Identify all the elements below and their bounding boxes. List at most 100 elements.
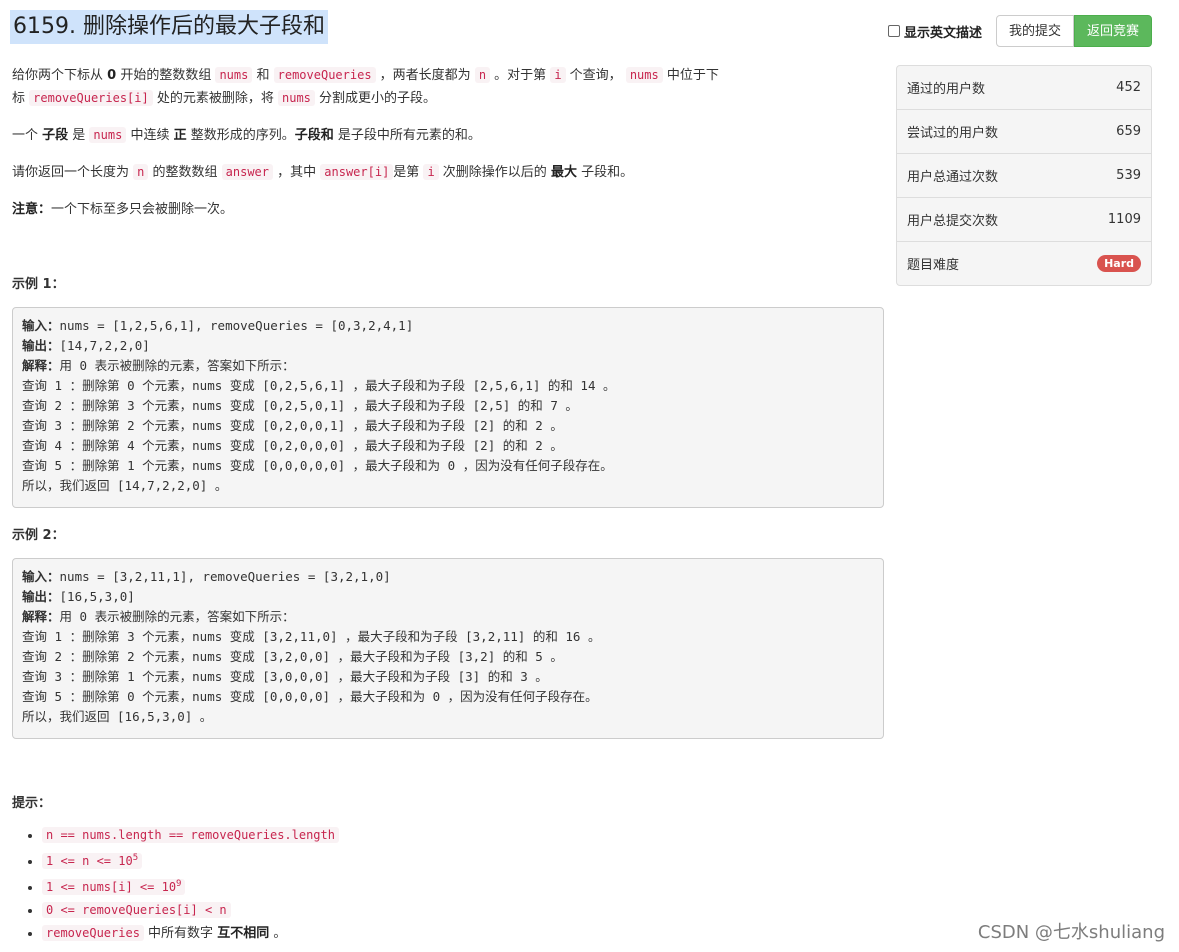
text: 中所有数字 (143, 926, 218, 941)
stat-label: 用户总通过次数 (907, 170, 999, 185)
bold-text: 最大 (550, 165, 577, 180)
input-value: nums = [1,2,5,6,1], removeQueries = [0,3… (59, 318, 414, 333)
inline-code: 0 <= removeQueries[i] < n (42, 902, 231, 918)
example-1-heading: 示例 1： (12, 277, 65, 292)
superscript: 5 (132, 853, 139, 863)
superscript: 9 (176, 879, 182, 889)
bold-text: 子段和 (294, 128, 334, 143)
stat-row-total-submissions: 用户总提交次数 1109 (897, 198, 1151, 242)
hint-item: 1 <= nums[i] <= 109 (42, 873, 339, 899)
inline-code: nums (278, 90, 315, 106)
hint-item: n == nums.length == removeQueries.length (42, 824, 339, 847)
desc-paragraph-1: 给你两个下标从 0 开始的整数数组 nums 和 removeQueries ，… (12, 64, 872, 110)
text: 是 (68, 128, 90, 143)
hint-item: removeQueries 中所有数字 互不相同 。 (42, 922, 339, 945)
explain-label: 解释： (22, 358, 60, 373)
inline-code: i (423, 164, 439, 180)
example-2-heading: 示例 2： (12, 528, 65, 543)
input-value: nums = [3,2,11,1], removeQueries = [3,2,… (59, 569, 391, 584)
explain-label: 解释： (22, 609, 60, 624)
top-controls: 显示英文描述 我的提交 返回竞赛 (887, 15, 1152, 47)
text: 开始的整数数组 (116, 68, 216, 83)
stat-row-total-accepted: 用户总通过次数 539 (897, 154, 1151, 198)
explain-line: 查询 4 ：删除第 4 个元素，nums 变成 [0,2,0,0,0] ，最大子… (22, 438, 563, 453)
text: 整数形成的序列。 (186, 128, 295, 143)
text: 处的元素被删除，将 (152, 91, 278, 106)
inline-code: removeQueries (42, 925, 144, 941)
inline-code: n (133, 164, 149, 180)
stat-label: 尝试过的用户数 (907, 126, 999, 141)
bold-text: 子段 (42, 128, 69, 143)
text: 次删除操作以后的 (438, 165, 551, 180)
explain-line: 查询 1 ：删除第 3 个元素，nums 变成 [3,2,11,0] ，最大子段… (22, 629, 601, 644)
text: 是第 (393, 165, 424, 180)
hints-heading: 提示： (12, 796, 52, 811)
explain-line: 查询 5 ：删除第 0 个元素，nums 变成 [0,0,0,0] ，最大子段和… (22, 689, 598, 704)
text: 的整数数组 (148, 165, 222, 180)
problem-title: 6159. 删除操作后的最大子段和 (10, 10, 328, 44)
bold-text: 互不相同 (217, 926, 270, 941)
input-label: 输入： (22, 318, 60, 333)
text: 是子段中所有元素的和。 (333, 128, 481, 143)
bold-text: 0 (107, 68, 117, 83)
problem-description: 给你两个下标从 0 开始的整数数组 nums 和 removeQueries ，… (12, 64, 872, 221)
stat-row-accepted-users: 通过的用户数 452 (897, 66, 1151, 110)
hints-list: n == nums.length == removeQueries.length… (30, 824, 339, 945)
english-description-toggle[interactable]: 显示英文描述 (887, 22, 982, 41)
output-value: [14,7,2,2,0] (59, 338, 150, 353)
inline-code: 1 <= n <= 105 (42, 853, 143, 869)
difficulty-badge: Hard (1097, 255, 1141, 272)
hint-text: 1 <= n <= 10 (46, 854, 133, 868)
input-label: 输入： (22, 569, 60, 584)
stat-label: 用户总提交次数 (907, 214, 999, 229)
stat-label: 题目难度 (907, 258, 960, 273)
text: 中连续 (126, 128, 174, 143)
stat-row-attempted-users: 尝试过的用户数 659 (897, 110, 1151, 154)
note-label: 注意： (12, 202, 52, 217)
my-submissions-button[interactable]: 我的提交 (995, 15, 1074, 47)
checkbox[interactable] (887, 25, 900, 37)
inline-code: 1 <= nums[i] <= 109 (42, 879, 186, 895)
stat-value: 1109 (1107, 212, 1141, 227)
stat-label: 通过的用户数 (907, 82, 986, 97)
stat-row-difficulty: 题目难度 Hard (897, 242, 1151, 285)
text: 给你两个下标从 (12, 68, 108, 83)
stat-value: 539 (1116, 168, 1141, 183)
desc-paragraph-3: 请你返回一个长度为 n 的整数数组 answer ，其中 answer[i] 是第… (12, 161, 872, 184)
watermark: CSDN @七水shuliang (977, 922, 1165, 943)
note-text: 一个下标至多只会被删除一次。 (51, 202, 234, 217)
back-to-contest-button[interactable]: 返回竞赛 (1073, 15, 1152, 47)
text: 分割成更小的子段。 (314, 91, 437, 106)
explain-line: 查询 2 ：删除第 3 个元素，nums 变成 [0,2,5,0,1] ，最大子… (22, 398, 578, 413)
stat-value: 452 (1116, 80, 1141, 95)
hint-text: 1 <= nums[i] <= 10 (46, 880, 177, 894)
explain-line: 查询 3 ：删除第 2 个元素，nums 变成 [0,2,0,0,1] ，最大子… (22, 418, 563, 433)
output-label: 输出： (22, 589, 60, 604)
text: 一个 (12, 128, 43, 143)
text: ，其中 (273, 165, 321, 180)
text: 中位于下 (662, 68, 719, 83)
text: ，两者长度都为 (375, 68, 475, 83)
text: 请你返回一个长度为 (12, 165, 134, 180)
inline-code: removeQueries (273, 67, 376, 83)
explain-line: 查询 3 ：删除第 1 个元素，nums 变成 [3,0,0,0] ，最大子段和… (22, 669, 548, 684)
stat-value: 659 (1116, 124, 1141, 139)
inline-code: answer[i] (320, 164, 394, 180)
inline-code: removeQueries[i] (29, 90, 153, 106)
desc-paragraph-2: 一个 子段 是 nums 中连续 正 整数形成的序列。子段和 是子段中所有元素的… (12, 124, 872, 147)
explain-text: 用 0 表示被删除的元素，答案如下所示： (59, 358, 295, 373)
desc-note: 注意：一个下标至多只会被删除一次。 (12, 198, 872, 221)
hint-item: 0 <= removeQueries[i] < n (42, 899, 339, 922)
text: 和 (252, 68, 274, 83)
text: 标 (12, 91, 30, 106)
inline-code: n (474, 67, 491, 83)
hint-item: 1 <= n <= 105 (42, 847, 339, 873)
inline-code: n == nums.length == removeQueries.length (42, 827, 339, 843)
explain-text: 用 0 表示被删除的元素，答案如下所示： (59, 609, 295, 624)
output-label: 输出： (22, 338, 60, 353)
explain-line: 所以，我们返回 [14,7,2,2,0] 。 (22, 478, 228, 493)
title-bar: 6159. 删除操作后的最大子段和 (10, 10, 328, 44)
text: 。对于第 (490, 68, 551, 83)
text: 个查询， (565, 68, 626, 83)
inline-code: nums (215, 67, 253, 83)
